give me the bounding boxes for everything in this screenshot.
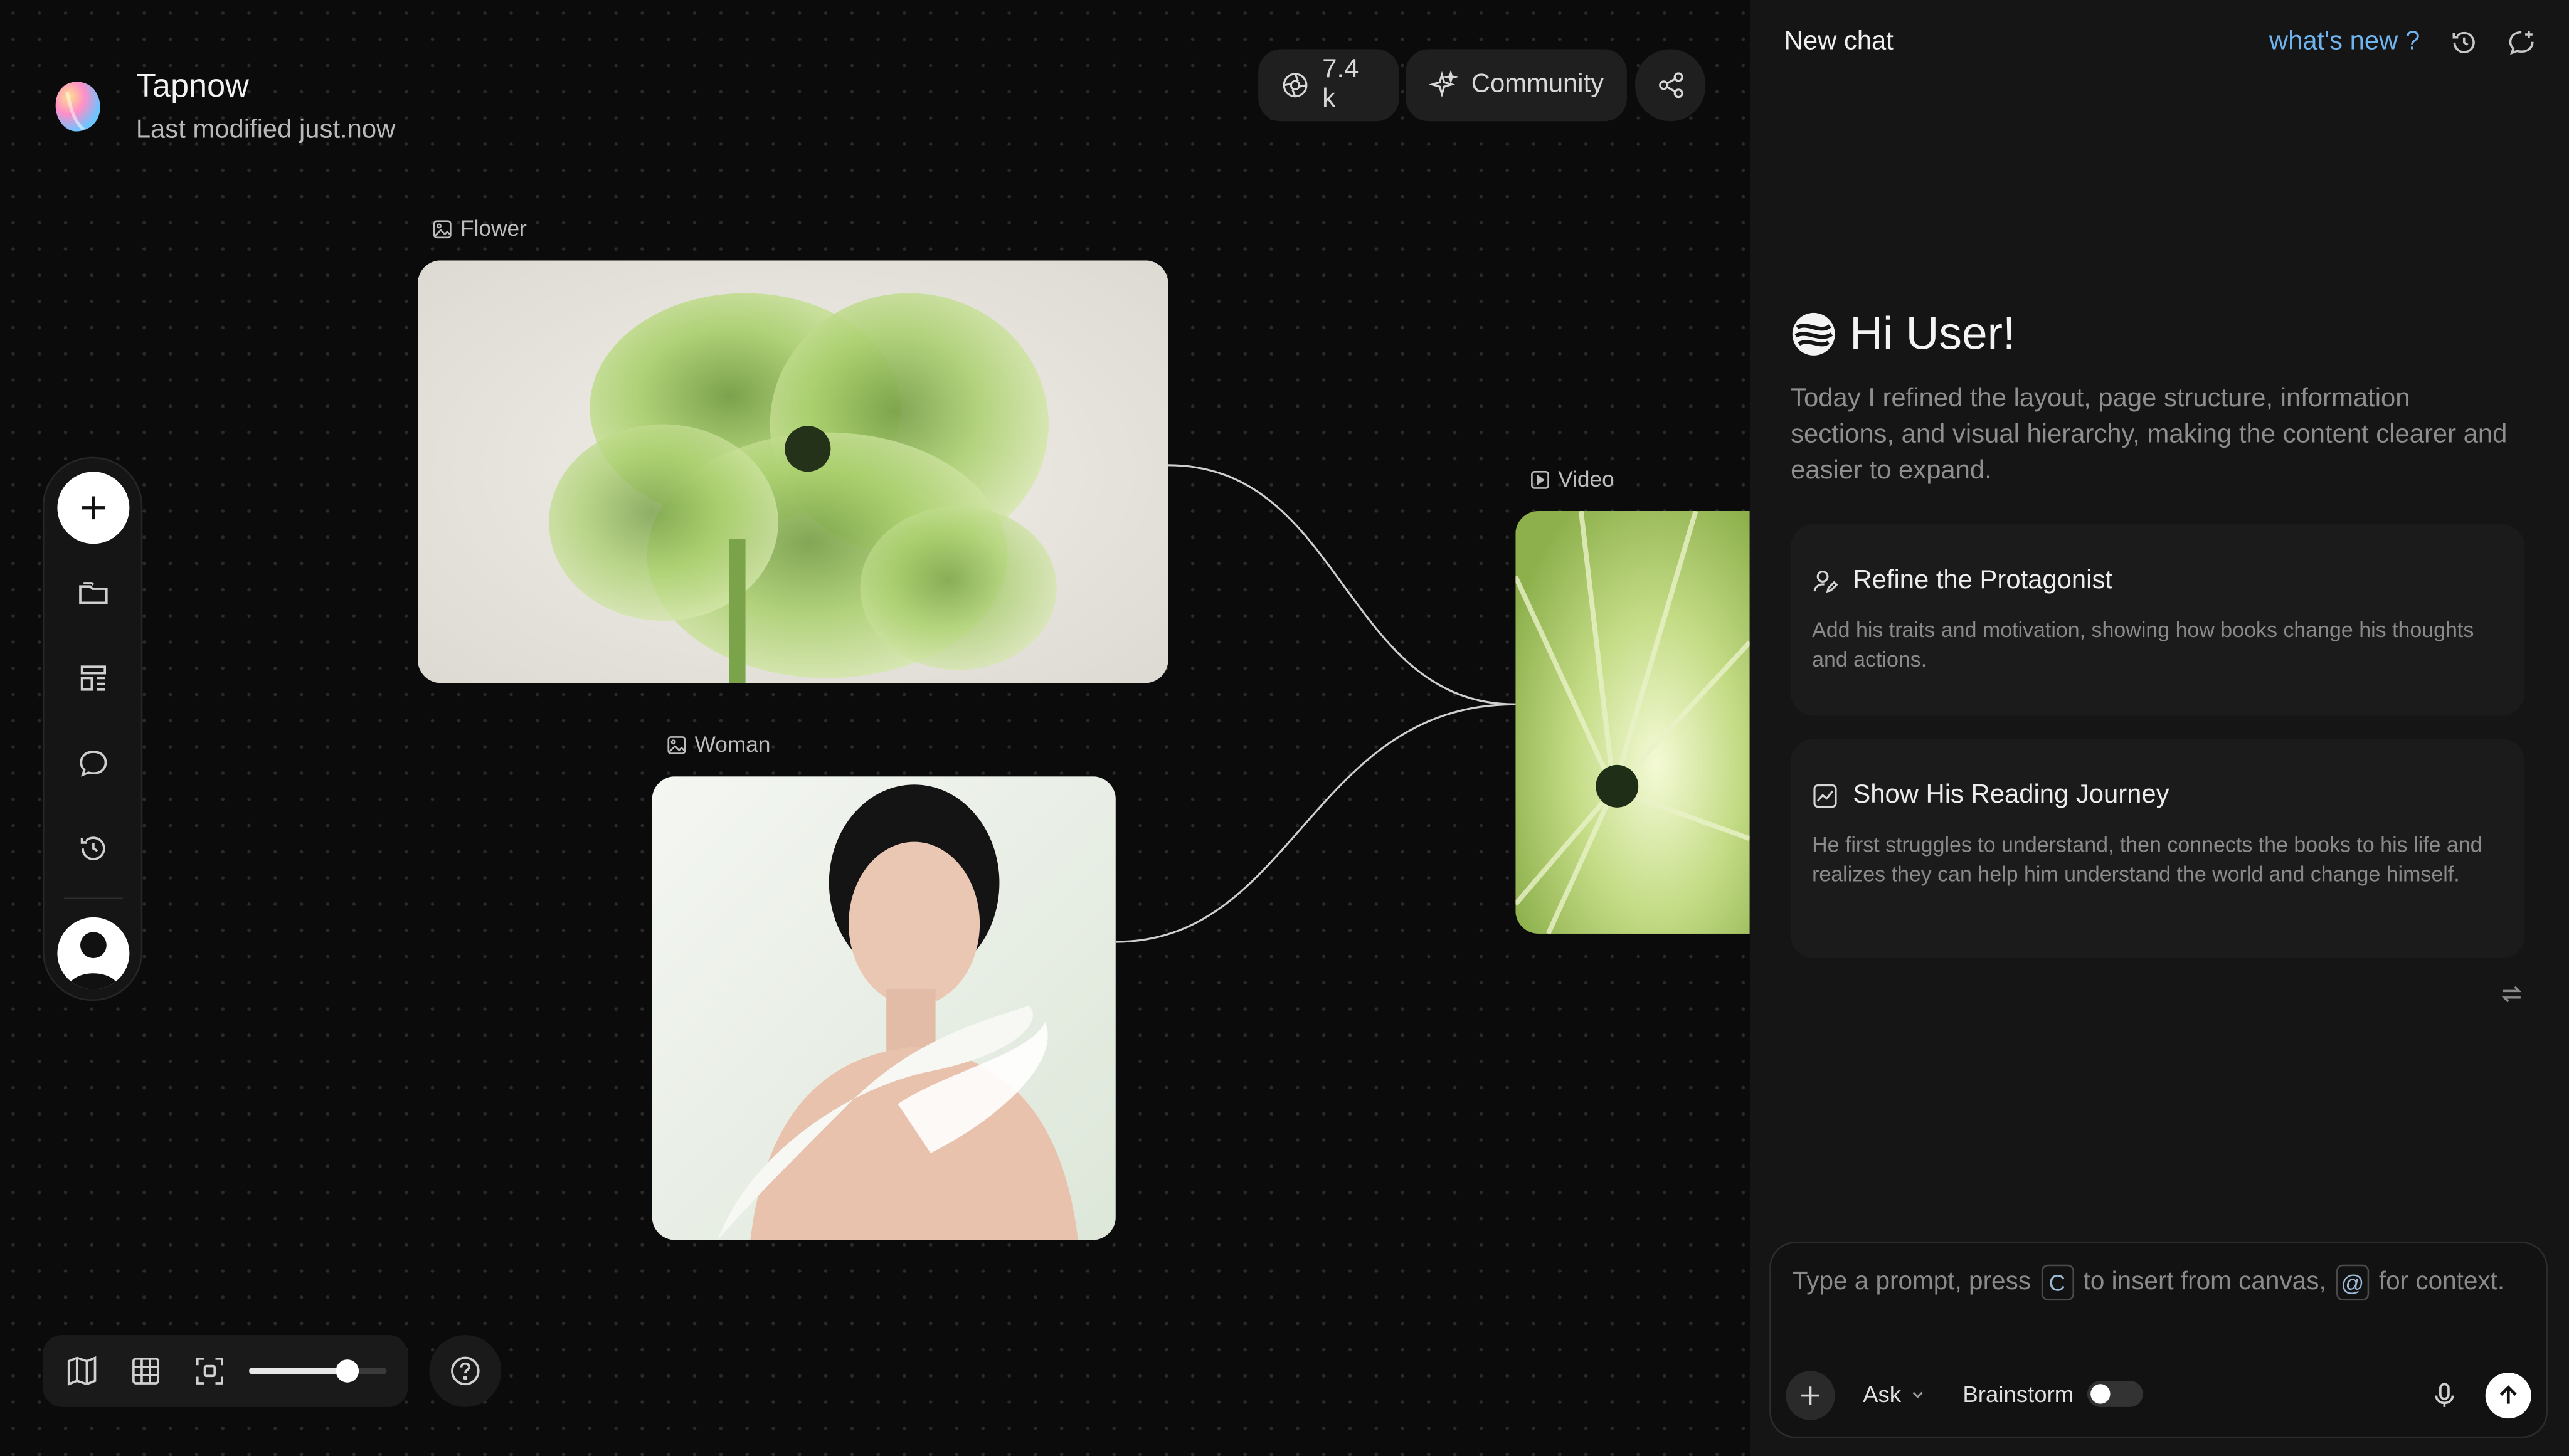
- chevron-down-icon: [1913, 1391, 1924, 1398]
- share-icon: [1658, 72, 1683, 98]
- brainstorm-toggle[interactable]: Brainstorm: [1963, 1381, 2143, 1407]
- community-button[interactable]: Community: [1406, 49, 1627, 122]
- toolbar-divider: [63, 897, 123, 900]
- layout-icon: [80, 665, 107, 691]
- left-toolbar: [42, 456, 143, 1001]
- brand-mark-icon: [1792, 312, 1835, 356]
- flower-image-card[interactable]: [418, 260, 1168, 683]
- help-icon: [451, 1356, 480, 1386]
- canvas-controls: [42, 1334, 408, 1407]
- zoom-slider-handle[interactable]: [336, 1359, 360, 1383]
- suggestion-desc: Add his traits and motivation, showing h…: [1812, 617, 2474, 671]
- canvas-shortcut-key: C: [2040, 1264, 2074, 1301]
- node-label-video: Video: [1530, 467, 1614, 492]
- node-label-flower: Flower: [433, 216, 527, 241]
- canvas[interactable]: Tapnow Last modified just.now 7.4 k Comm…: [0, 0, 1750, 1456]
- whats-new-link[interactable]: what's new ?: [2269, 28, 2420, 57]
- add-node-button[interactable]: [57, 472, 130, 544]
- stats-button[interactable]: 7.4 k: [1258, 49, 1399, 122]
- arrow-up-icon: [2499, 1385, 2517, 1404]
- suggestion-title: Show His Reading Journey: [1812, 781, 2169, 811]
- plus-icon: [82, 496, 105, 520]
- history-icon: [80, 836, 105, 860]
- context-shortcut-key: @: [2336, 1264, 2370, 1301]
- app-title: Tapnow: [135, 68, 249, 105]
- woman-image-card[interactable]: [652, 776, 1116, 1240]
- user-avatar[interactable]: [57, 917, 130, 989]
- suggestion-title: Refine the Protagonist: [1812, 567, 2112, 596]
- folder-icon: [79, 582, 108, 604]
- intro-text: Today I refined the layout, page structu…: [1791, 384, 2508, 485]
- plus-icon: [1801, 1386, 1819, 1405]
- aperture-icon: [1283, 73, 1308, 98]
- node-label-woman: Woman: [667, 732, 770, 757]
- mode-dropdown[interactable]: Ask: [1863, 1381, 1925, 1407]
- microphone-icon[interactable]: [2430, 1381, 2459, 1410]
- chat-panel: New chat what's new ? Hi User! Today I r…: [1749, 0, 2569, 1456]
- sparkle-icon: [1428, 70, 1458, 98]
- refresh-suggestions-icon[interactable]: [2499, 981, 2525, 1008]
- history-button[interactable]: [67, 822, 120, 875]
- grid-icon[interactable]: [129, 1354, 162, 1387]
- app-logo[interactable]: [48, 75, 107, 137]
- brainstorm-switch[interactable]: [2087, 1381, 2143, 1407]
- chat-button[interactable]: [67, 737, 120, 789]
- community-label: Community: [1471, 70, 1604, 98]
- greeting-text: Hi User!: [1850, 308, 2016, 359]
- help-button[interactable]: [429, 1334, 502, 1407]
- suggestion-card[interactable]: Refine the Protagonist Add his traits an…: [1791, 524, 2525, 716]
- share-button[interactable]: [1634, 49, 1706, 122]
- last-modified: Last modified just.now: [135, 116, 396, 144]
- video-card[interactable]: [1515, 511, 1750, 934]
- map-icon[interactable]: [65, 1354, 98, 1387]
- zoom-slider-fill: [249, 1368, 349, 1374]
- stats-count: 7.4 k: [1322, 55, 1359, 113]
- suggestion-card[interactable]: Show His Reading Journey He first strugg…: [1791, 739, 2525, 959]
- new-chat-icon[interactable]: [2507, 28, 2536, 57]
- history-icon[interactable]: [2449, 28, 2479, 57]
- panel-title: New chat: [1784, 28, 1894, 56]
- suggestion-desc: He first struggles to understand, then c…: [1812, 831, 2482, 885]
- greeting: Hi User!: [1791, 308, 2015, 361]
- video-icon: [1531, 470, 1549, 488]
- chart-icon: [1813, 784, 1837, 808]
- image-icon: [433, 219, 452, 238]
- templates-button[interactable]: [67, 652, 120, 705]
- send-button[interactable]: [2485, 1373, 2531, 1419]
- assets-button[interactable]: [67, 567, 120, 620]
- prompt-box[interactable]: Type a prompt, press C to insert from ca…: [1769, 1242, 2548, 1438]
- chat-icon: [80, 751, 107, 777]
- zoom-slider[interactable]: [249, 1359, 387, 1383]
- attach-button[interactable]: [1786, 1371, 1835, 1420]
- prompt-placeholder[interactable]: Type a prompt, press C to insert from ca…: [1793, 1264, 2504, 1301]
- user-edit-icon: [1813, 571, 1838, 593]
- image-icon: [667, 735, 686, 754]
- fit-screen-icon[interactable]: [193, 1354, 226, 1387]
